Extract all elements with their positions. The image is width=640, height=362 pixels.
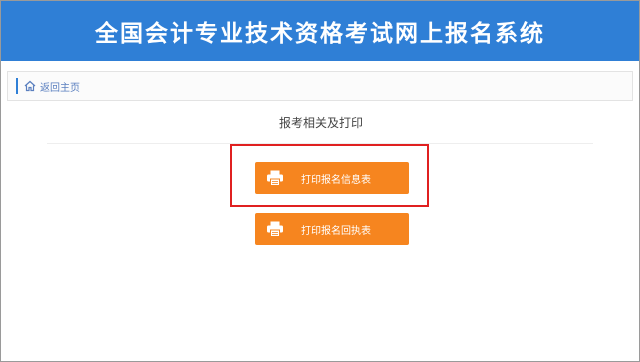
window-frame: 全国会计专业技术资格考试网上报名系统 返回主页 报考相关及打印 打印报名信息表	[0, 0, 640, 362]
back-home-link[interactable]: 返回主页	[16, 78, 80, 94]
site-title: 全国会计专业技术资格考试网上报名系统	[95, 21, 545, 47]
print-registration-receipt-button[interactable]: 打印报名回执表	[255, 213, 409, 245]
print-registration-info-button[interactable]: 打印报名信息表	[255, 162, 409, 194]
section-title: 报考相关及打印	[278, 116, 363, 130]
header-banner: 全国会计专业技术资格考试网上报名系统	[1, 1, 639, 61]
print-receipt-label: 打印报名回执表	[301, 225, 371, 237]
breadcrumb-accent	[16, 78, 18, 94]
print-info-label: 打印报名信息表	[301, 174, 371, 186]
breadcrumb: 返回主页	[7, 71, 633, 101]
home-icon	[24, 80, 36, 92]
back-home-label: 返回主页	[40, 82, 80, 94]
printer-icon	[255, 170, 295, 186]
printer-icon	[255, 221, 295, 237]
